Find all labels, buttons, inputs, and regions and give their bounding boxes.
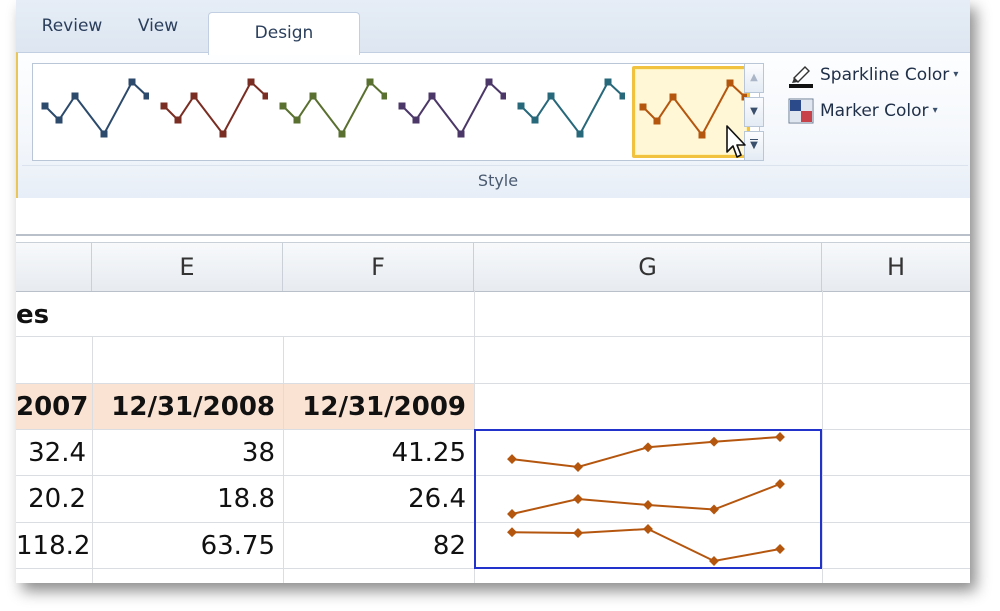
sparkline-style-option[interactable] (513, 68, 625, 154)
gallery-expand-icon: ▼ (750, 139, 758, 151)
value-cell[interactable]: 38 (92, 430, 283, 476)
date-header-cell[interactable]: 12/31/2009 (283, 384, 474, 430)
sparkline-style-marker (247, 78, 255, 86)
column-header-e[interactable]: E (92, 243, 283, 291)
column-header-d[interactable] (16, 243, 92, 291)
gallery-scroll-down-button[interactable]: ▼ (744, 97, 764, 127)
formula-bar[interactable] (16, 198, 970, 236)
date-header-cell[interactable]: 12/31/2008 (92, 384, 283, 430)
value-cell[interactable]: 63.75 (92, 523, 283, 569)
marker-color-icon (788, 98, 814, 124)
sparkline-style-marker (428, 92, 436, 100)
group-divider (22, 165, 968, 166)
grid-line (822, 290, 823, 583)
sparkline-style-marker (619, 92, 625, 100)
ribbon-design-panel: ▲ ▼ ▼ Sparkline Color ▾ Marker Color ▾ S… (16, 52, 970, 199)
column-header-g[interactable]: G (474, 243, 822, 291)
sparkline-style-marker (639, 103, 647, 111)
value-cell[interactable]: 41.25 (283, 430, 474, 476)
sparkline-style-marker (576, 130, 584, 138)
sparkline-style-marker (500, 92, 506, 100)
sparkline-style-marker (41, 102, 49, 110)
sparkline-style-marker (381, 92, 387, 100)
style-group-label: Style (477, 171, 519, 190)
sparkline-style-marker (338, 130, 346, 138)
excel-window: Review View Design ▲ ▼ ▼ Sparkline Color… (16, 0, 970, 583)
sparkline-color-button[interactable]: Sparkline Color ▾ (788, 61, 958, 89)
sparkline-style-marker (309, 92, 317, 100)
value-cell[interactable]: 18.8 (92, 476, 283, 522)
tab-review[interactable]: Review (26, 10, 118, 42)
sparkline-style-marker (293, 116, 301, 124)
tab-design[interactable]: Design (208, 12, 360, 55)
sparkline-style-preview (279, 78, 387, 138)
sparkline-style-marker (55, 116, 63, 124)
sparkline-style-marker (412, 116, 420, 124)
sparkline-style-gallery (32, 63, 760, 161)
chevron-up-icon: ▲ (750, 72, 758, 83)
chevron-down-icon: ▼ (750, 106, 758, 117)
sheet-title-cell[interactable]: es (16, 292, 216, 338)
value-cell[interactable]: 26.4 (283, 476, 474, 522)
sparkline-style-marker (531, 116, 539, 124)
sparkline-style-option[interactable] (275, 68, 387, 154)
sparkline-style-preview (160, 78, 268, 138)
mouse-pointer-icon (726, 125, 746, 158)
sparkline-style-marker (366, 78, 374, 86)
sparkline-style-marker (457, 130, 465, 138)
sparkline-style-marker (100, 130, 108, 138)
sparkline-style-marker (398, 102, 406, 110)
sparkline-style-line (44, 80, 148, 136)
sparkline-style-marker (698, 131, 706, 139)
column-header-row: E F G H (16, 242, 970, 292)
sparkline-style-marker (726, 79, 734, 87)
sparkline-style-marker (219, 130, 227, 138)
sparkline-style-option[interactable] (394, 68, 506, 154)
sparkline-style-marker (547, 92, 555, 100)
ribbon-tab-strip: Review View Design (16, 0, 970, 55)
sparkline-style-option[interactable] (37, 68, 149, 154)
column-header-f[interactable]: F (283, 243, 474, 291)
value-cell[interactable]: 20.2 (16, 476, 92, 522)
sparkline-style-marker (128, 78, 136, 86)
tab-view[interactable]: View (118, 10, 198, 42)
column-header-h[interactable]: H (822, 243, 970, 291)
gallery-scroll-up-button[interactable]: ▲ (744, 63, 764, 93)
value-cell[interactable]: 82 (283, 523, 474, 569)
sparkline-style-marker (669, 93, 677, 101)
sparkline-style-preview (398, 78, 506, 138)
sparkline-style-line (401, 80, 505, 136)
sparkline-style-marker (604, 78, 612, 86)
chevron-down-icon: ▾ (932, 105, 938, 116)
value-cell[interactable]: 32.4 (16, 430, 92, 476)
sparkline-style-line (282, 80, 386, 136)
sparkline-selection-box[interactable] (474, 429, 822, 569)
sparkline-style-marker (160, 102, 168, 110)
date-header-cell[interactable]: 2007 (16, 384, 92, 430)
sparkline-style-marker (279, 102, 287, 110)
sparkline-style-line (163, 80, 267, 136)
sparkline-style-marker (653, 117, 661, 125)
sparkline-style-preview (41, 78, 149, 138)
sparkline-style-marker (517, 102, 525, 110)
value-cell[interactable]: 118.2 (16, 523, 92, 569)
marker-color-label: Marker Color (820, 101, 929, 121)
pencil-icon (788, 62, 814, 88)
sparkline-style-marker (190, 92, 198, 100)
sparkline-style-marker (71, 92, 79, 100)
sparkline-style-marker (143, 92, 149, 100)
sparkline-style-marker (485, 78, 493, 86)
sparkline-style-preview (517, 78, 625, 138)
worksheet-grid[interactable]: es 2007 12/31/2008 12/31/2009 32.4 38 41… (16, 290, 970, 583)
sparkline-style-marker (262, 92, 268, 100)
marker-color-button[interactable]: Marker Color ▾ (788, 97, 938, 125)
chevron-down-icon: ▾ (953, 69, 959, 80)
sparkline-color-label: Sparkline Color (820, 65, 950, 85)
sparkline-style-marker (174, 116, 182, 124)
sparkline-style-line (520, 80, 624, 136)
sparkline-style-option[interactable] (156, 68, 268, 154)
